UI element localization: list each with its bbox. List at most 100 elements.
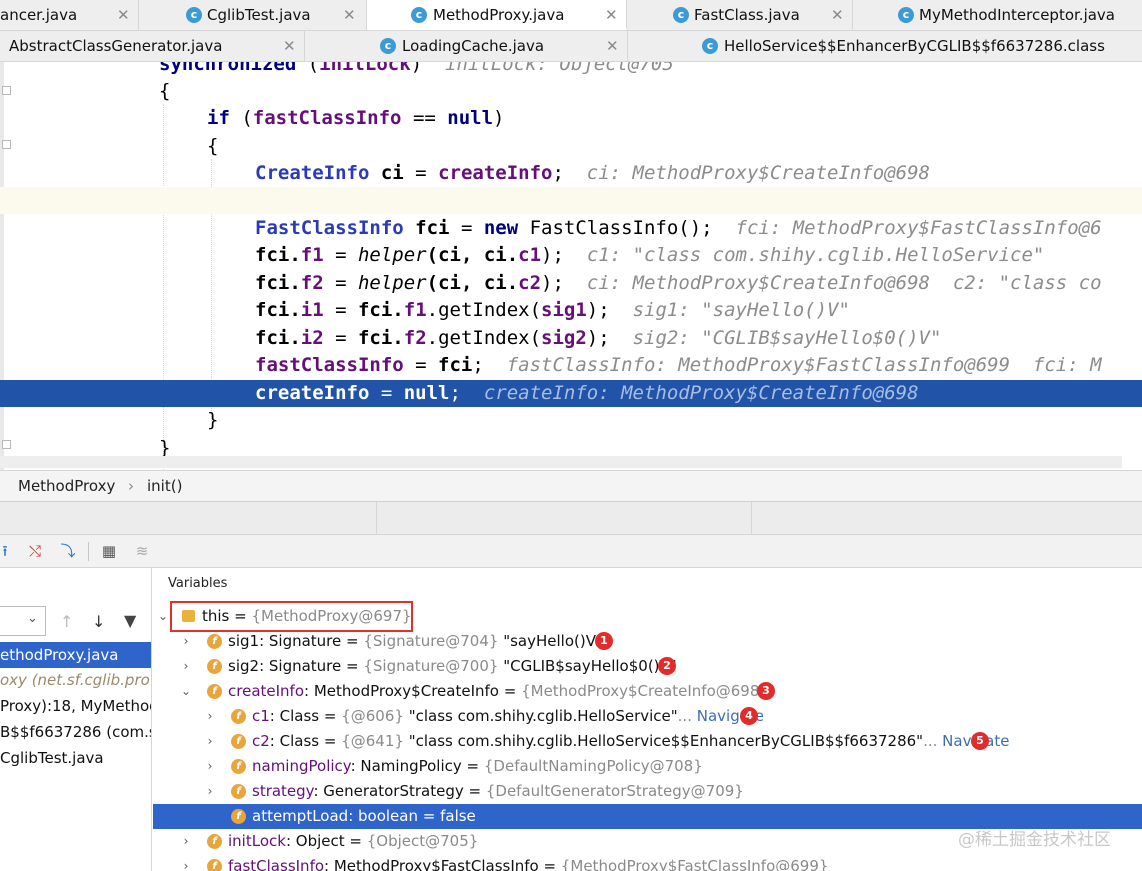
field-icon: f [231, 784, 246, 799]
chevron-right-icon[interactable]: › [203, 754, 217, 779]
drop-frame-icon[interactable]: ⤭ [26, 542, 44, 560]
inline-value-hint: sig2: "CGLIB$sayHello$0()V" [632, 327, 942, 349]
code-line: fastClassInfo = fci; fastClassInfo: Meth… [255, 354, 1102, 376]
panel-tab[interactable] [0, 502, 377, 534]
code-line: fci.f2 = helper(ci, ci.c2); ci: MethodPr… [255, 272, 1102, 294]
chevron-right-icon[interactable]: › [203, 729, 217, 754]
code-line: fci.i2 = fci.f2.getIndex(sig2); sig2: "C… [255, 327, 942, 349]
trace-icon[interactable]: ≋ [133, 542, 151, 560]
tab-label: LoadingCache.java [402, 37, 545, 55]
chevron-down-icon[interactable]: ⌄ [156, 604, 170, 629]
debug-panel-tabs [0, 501, 1142, 535]
editor-tabs-row-2: AbstractClassGenerator.java ✕ c LoadingC… [0, 31, 1142, 62]
chevron-right-icon[interactable]: › [179, 629, 193, 654]
variables-panel: Variables ⌄ this = {MethodProxy@697} › f… [153, 568, 1142, 871]
frame-item[interactable]: oxy (net.sf.cglib.pro [0, 667, 151, 693]
tab-cglibtest[interactable]: c CglibTest.java ✕ [139, 0, 367, 30]
code-line: { [159, 80, 171, 102]
frame-item[interactable]: ethodProxy.java [0, 642, 151, 668]
evaluate-expression-icon[interactable]: ▦ [100, 542, 118, 560]
close-icon[interactable]: ✕ [605, 0, 618, 28]
tab-fastclass[interactable]: c FastClass.java ✕ [627, 0, 853, 30]
variable-row-sig2[interactable]: › f sig2: Signature = {Signature@700} "C… [153, 654, 1142, 679]
tab-enhancer[interactable]: ancer.java ✕ [0, 0, 139, 30]
field-icon: f [231, 809, 246, 824]
tab-label: FastClass.java [694, 6, 800, 24]
variable-row-namingpolicy[interactable]: › f namingPolicy: NamingPolicy = {Defaul… [153, 754, 1142, 779]
chevron-right-icon[interactable]: › [179, 829, 193, 854]
step-out-icon[interactable]: ⭱ [0, 542, 14, 560]
inline-value-hint: c1: "class com.shihy.cglib.HelloService" [586, 244, 1045, 266]
annotation-badge: 4 [740, 707, 758, 725]
horizontal-scrollbar[interactable] [0, 456, 1122, 468]
variable-row-strategy[interactable]: › f strategy: GeneratorStrategy = {Defau… [153, 779, 1142, 804]
code-line: } [207, 409, 219, 431]
panel-tab[interactable] [376, 502, 752, 534]
close-icon[interactable]: ✕ [283, 31, 296, 61]
breadcrumb-separator: › [128, 477, 134, 495]
code-editor[interactable]: synchronized (initLock) initLock: Object… [0, 62, 1142, 470]
field-icon: f [207, 634, 222, 649]
arrow-up-icon[interactable]: ↑ [60, 612, 73, 631]
chevron-right-icon[interactable]: › [179, 854, 193, 871]
code-line: if (fastClassInfo == null) [207, 107, 505, 129]
java-class-icon: c [411, 7, 427, 23]
highlight-box [170, 601, 413, 632]
watermark: @稀土掘金技术社区 [958, 830, 1111, 850]
code-line: synchronized (initLock) initLock: Object… [0, 62, 1142, 78]
close-icon[interactable]: ✕ [606, 31, 619, 61]
annotation-badge: 1 [595, 632, 613, 650]
field-icon: f [231, 759, 246, 774]
tab-helloservice-class[interactable]: c HelloService$$EnhancerByCGLIB$$f663728… [628, 31, 1142, 61]
code-line-execution-point: createInfo = null; createInfo: MethodPro… [0, 380, 1142, 407]
tab-label: CglibTest.java [207, 6, 311, 24]
tab-label: HelloService$$EnhancerByCGLIB$$f6637286.… [724, 37, 1105, 55]
chevron-down-icon[interactable]: ⌄ [179, 679, 193, 704]
code-line: { [207, 135, 219, 157]
inline-value-hint: initLock: Object@705 [445, 62, 674, 75]
variable-row-fastclassinfo[interactable]: › f fastClassInfo: MethodProxy$FastClass… [153, 854, 1142, 871]
frames-panel: ⌄ ↑ ↓ ▼ ethodProxy.java oxy (net.sf.cgli… [0, 568, 152, 871]
field-icon: f [207, 659, 222, 674]
code-line: CreateInfo ci = createInfo; ci: MethodPr… [255, 162, 930, 184]
breadcrumb-class[interactable]: MethodProxy [18, 471, 115, 501]
breadcrumb-method[interactable]: init() [147, 471, 182, 501]
frame-item[interactable]: CglibTest.java [0, 745, 151, 771]
tab-loadingcache[interactable]: c LoadingCache.java ✕ [305, 31, 628, 61]
chevron-right-icon[interactable]: › [203, 779, 217, 804]
java-class-icon: c [702, 38, 718, 54]
close-icon[interactable]: ✕ [831, 0, 844, 30]
inline-value-hint: ci: MethodProxy$CreateInfo@698 c2: "clas… [586, 272, 1102, 294]
thread-select[interactable]: ⌄ [0, 606, 46, 636]
chevron-right-icon[interactable]: › [179, 654, 193, 679]
code-line-current [0, 187, 1142, 214]
close-icon[interactable]: ✕ [343, 0, 356, 30]
chevron-right-icon[interactable]: › [203, 704, 217, 729]
variable-row-c2[interactable]: › f c2: Class = {@641} "class com.shihy.… [153, 729, 1142, 754]
debug-toolbar: ⭱ ⤭ ⤵ ▦ ≋ [0, 535, 1142, 568]
close-icon[interactable]: ✕ [117, 0, 130, 30]
variable-row-createinfo[interactable]: ⌄ f createInfo: MethodProxy$CreateInfo =… [153, 679, 1142, 704]
code-line: fci.f1 = helper(ci, ci.c1); c1: "class c… [255, 244, 1045, 266]
tab-methodproxy[interactable]: c MethodProxy.java ✕ [367, 0, 627, 30]
inline-value-hint: fastClassInfo: MethodProxy$FastClassInfo… [506, 354, 1102, 376]
inline-value-hint: fci: MethodProxy$FastClassInfo@6 [735, 217, 1102, 239]
java-class-icon: c [898, 7, 914, 23]
variable-row-sig1[interactable]: › f sig1: Signature = {Signature@704} "s… [153, 629, 1142, 654]
arrow-down-icon[interactable]: ↓ [92, 612, 105, 631]
inline-value-hint: sig1: "sayHello()V" [632, 299, 850, 321]
code-line: FastClassInfo fci = new FastClassInfo();… [255, 217, 1102, 239]
filter-icon[interactable]: ▼ [124, 611, 136, 630]
inline-value-hint: createInfo: MethodProxy$CreateInfo@698 [483, 382, 919, 404]
tab-label: ancer.java [0, 6, 78, 24]
tab-mymethodinterceptor[interactable]: c MyMethodInterceptor.java [853, 0, 1142, 30]
inline-value-hint: ci: MethodProxy$CreateInfo@698 [586, 162, 930, 184]
chevron-down-icon: ⌄ [27, 611, 38, 626]
frame-item[interactable]: B$$f6637286 (com.sh [0, 719, 151, 745]
tab-abstractclassgenerator[interactable]: AbstractClassGenerator.java ✕ [0, 31, 305, 61]
annotation-badge: 2 [658, 657, 676, 675]
java-class-icon: c [380, 38, 396, 54]
run-to-cursor-icon[interactable]: ⤵ [59, 542, 77, 560]
frame-item[interactable]: Proxy):18, MyMethod [0, 693, 151, 719]
variable-row-c1[interactable]: › f c1: Class = {@606} "class com.shihy.… [153, 704, 1142, 729]
